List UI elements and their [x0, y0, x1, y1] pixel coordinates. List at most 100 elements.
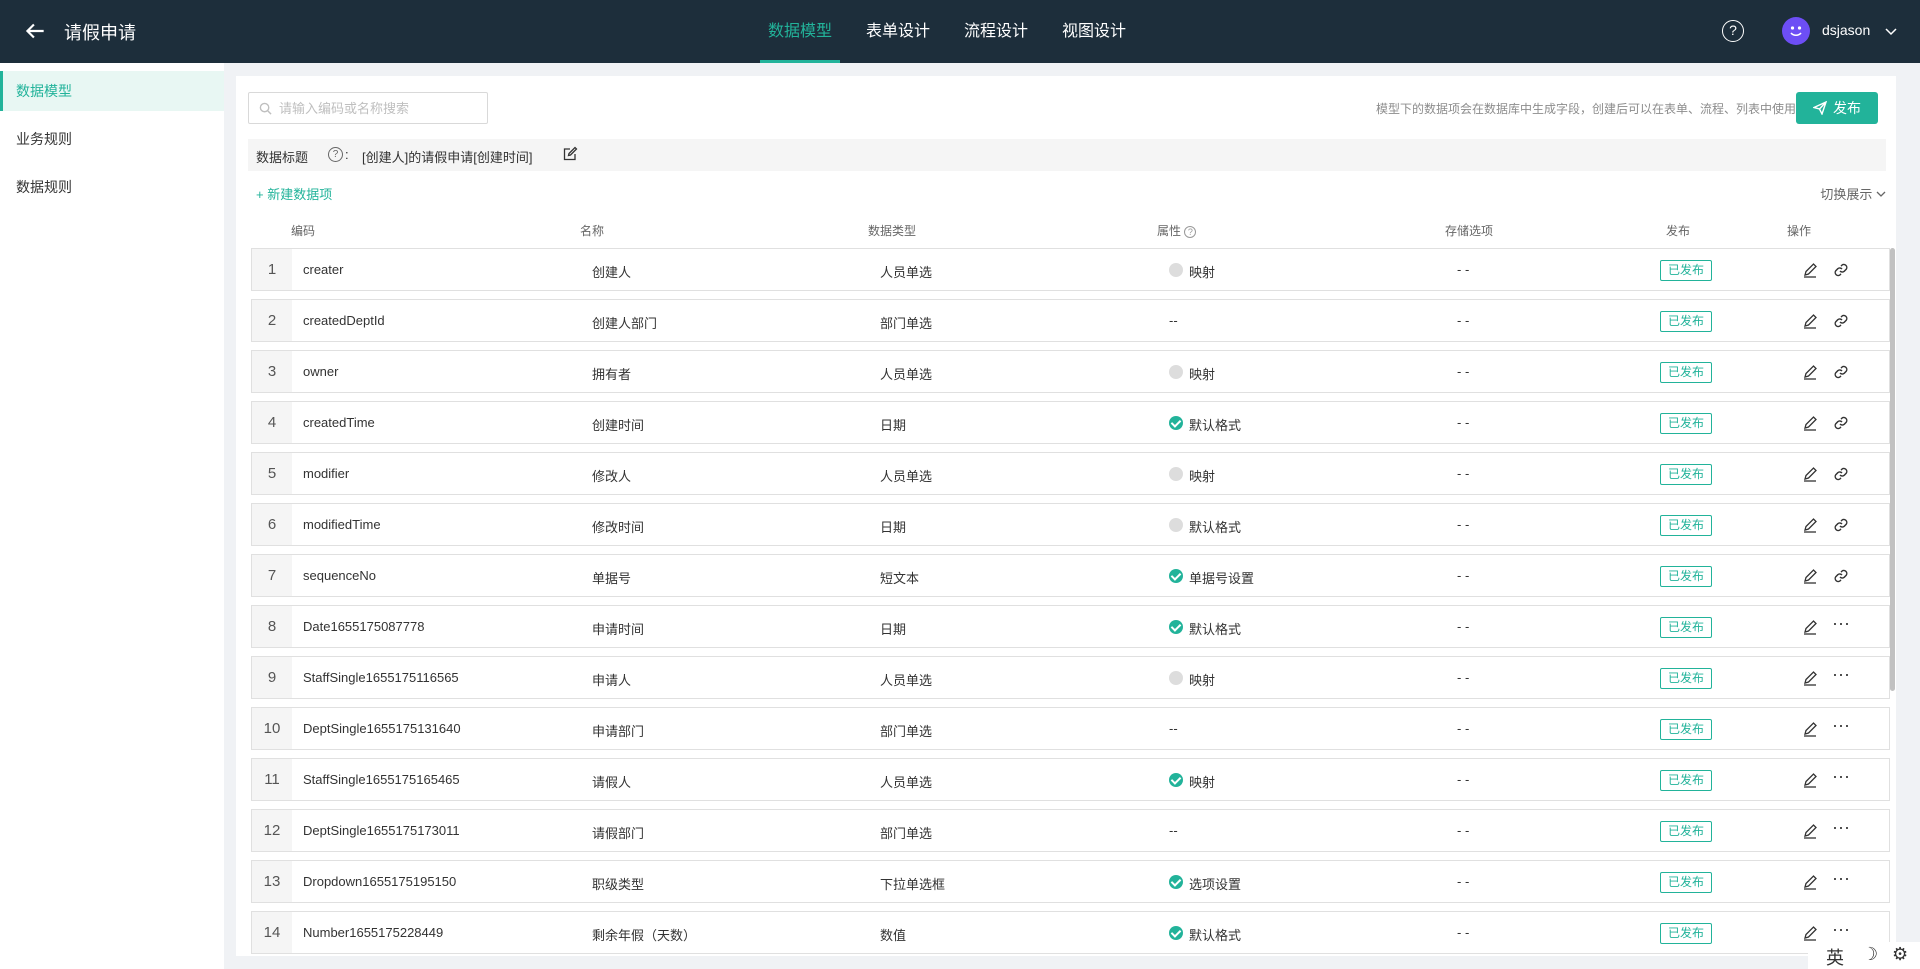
moon-icon[interactable]: ☽ — [1862, 944, 1878, 965]
edit-icon[interactable] — [1802, 517, 1818, 533]
app-title: 请假申请 — [64, 23, 136, 43]
status-badge: 已发布 — [1660, 515, 1712, 536]
more-icon[interactable]: ··· — [1832, 664, 1850, 685]
table-row[interactable]: 2 createdDeptId 创建人部门 部门单选 -- - - 已发布 — [251, 299, 1890, 342]
field-code: Date1655175087778 — [303, 619, 425, 634]
back-arrow-icon[interactable] — [22, 18, 48, 44]
field-type: 日期 — [880, 418, 907, 433]
tab-view-design[interactable]: 视图设计 — [1054, 0, 1134, 63]
chevron-down-icon[interactable] — [1884, 24, 1898, 38]
edit-icon[interactable] — [1802, 670, 1818, 686]
link-icon[interactable] — [1833, 262, 1849, 278]
sidebar-item-data-rules[interactable]: 数据规则 — [0, 167, 224, 207]
attr-value[interactable]: 单据号设置 — [1189, 568, 1254, 587]
edit-icon[interactable] — [1802, 772, 1818, 788]
check-circle-icon — [1169, 416, 1183, 430]
table-row[interactable]: 14 Number1655175228449 剩余年假（天数） 数值 默认格式 - - 已发… — [251, 911, 1890, 954]
gear-icon[interactable]: ⚙ — [1892, 944, 1908, 965]
link-icon[interactable] — [1833, 313, 1849, 329]
edit-icon[interactable] — [1802, 364, 1818, 380]
link-icon[interactable] — [1833, 517, 1849, 533]
table-row[interactable]: 13 Dropdown1655175195150 职级类型 下拉单选框 选项设置 - - 已… — [251, 860, 1890, 903]
edit-icon[interactable] — [1802, 466, 1818, 482]
switch-view-dropdown[interactable]: 切换展示 — [1820, 184, 1886, 203]
row-number: 5 — [252, 453, 292, 494]
edit-icon[interactable] — [1802, 925, 1818, 941]
field-name: 请假部门 — [592, 826, 645, 841]
question-icon[interactable]: ? — [328, 147, 343, 162]
link-icon[interactable] — [1833, 364, 1849, 380]
more-icon[interactable]: ··· — [1832, 613, 1850, 634]
tab-form-design[interactable]: 表单设计 — [858, 0, 938, 63]
field-name: 申请部门 — [592, 724, 645, 739]
edit-icon[interactable] — [1802, 823, 1818, 839]
table-row[interactable]: 11 StaffSingle1655175165465 请假人 人员单选 映射 - - 已发… — [251, 758, 1890, 801]
attr-value[interactable]: 默认格式 — [1189, 415, 1241, 434]
tab-flow-design[interactable]: 流程设计 — [956, 0, 1036, 63]
more-icon[interactable]: ··· — [1832, 715, 1850, 736]
table-row[interactable]: 12 DeptSingle1655175173011 请假部门 部门单选 -- - - 已发… — [251, 809, 1890, 852]
table-row[interactable]: 4 createdTime 创建时间 日期 默认格式 - - 已发布 — [251, 401, 1890, 444]
new-data-item-button[interactable]: + 新建数据项 — [256, 184, 332, 203]
publish-button-label: 发布 — [1833, 100, 1861, 116]
table-row[interactable]: 8 Date1655175087778 申请时间 日期 默认格式 - - 已发布 ··· — [251, 605, 1890, 648]
field-name: 申请人 — [592, 673, 632, 688]
attr-value[interactable]: 映射 — [1189, 262, 1215, 281]
field-name: 创建人 — [592, 265, 632, 280]
link-icon[interactable] — [1833, 466, 1849, 482]
more-icon[interactable]: ··· — [1832, 766, 1850, 787]
publish-button[interactable]: 发布 — [1796, 92, 1878, 124]
attr-value[interactable]: 选项设置 — [1189, 874, 1241, 893]
table-row[interactable]: 6 modifiedTime 修改时间 日期 默认格式 - - 已发布 — [251, 503, 1890, 546]
edit-icon[interactable] — [1802, 313, 1818, 329]
table-row[interactable]: 5 modifier 修改人 人员单选 映射 - - 已发布 — [251, 452, 1890, 495]
storage-option: - - — [1457, 415, 1470, 430]
link-icon[interactable] — [1833, 415, 1849, 431]
field-name: 剩余年假（天数） — [592, 928, 697, 943]
table-row[interactable]: 1 creater 创建人 人员单选 映射 - - 已发布 — [251, 248, 1890, 291]
edit-icon[interactable] — [1802, 721, 1818, 737]
help-icon[interactable]: ? — [1722, 20, 1744, 42]
col-name: 名称 — [580, 224, 605, 238]
status-badge: 已发布 — [1660, 821, 1712, 842]
row-number: 9 — [252, 657, 292, 698]
table-row[interactable]: 10 DeptSingle1655175131640 申请部门 部门单选 -- - - 已发… — [251, 707, 1890, 750]
sidebar-item-business-rules[interactable]: 业务规则 — [0, 119, 224, 159]
ime-lang-toggle[interactable]: 英 — [1826, 944, 1844, 969]
attr-value[interactable]: 映射 — [1189, 772, 1215, 791]
edit-icon[interactable] — [1802, 262, 1818, 278]
table-row[interactable]: 7 sequenceNo 单据号 短文本 单据号设置 - - 已发布 — [251, 554, 1890, 597]
edit-icon[interactable] — [1802, 619, 1818, 635]
attr-value[interactable]: 默认格式 — [1189, 517, 1241, 536]
field-code: creater — [303, 262, 344, 277]
field-name: 申请时间 — [592, 622, 645, 637]
question-icon[interactable]: ? — [1184, 226, 1197, 238]
attr-value[interactable]: 映射 — [1189, 364, 1215, 383]
avatar[interactable] — [1782, 17, 1810, 45]
check-circle-icon — [1169, 620, 1183, 634]
sidebar-item-data-model[interactable]: 数据模型 — [0, 71, 224, 111]
edit-icon[interactable] — [1802, 415, 1818, 431]
link-icon[interactable] — [1833, 568, 1849, 584]
field-type: 下拉单选框 — [880, 877, 946, 892]
field-type: 数值 — [880, 928, 907, 943]
attr-value[interactable]: 映射 — [1189, 670, 1215, 689]
attr-value[interactable]: 默认格式 — [1189, 925, 1241, 944]
attr-value[interactable]: 默认格式 — [1189, 619, 1241, 638]
edit-icon[interactable] — [562, 146, 578, 162]
row-number: 10 — [252, 708, 292, 749]
attr-value[interactable]: 映射 — [1189, 466, 1215, 485]
scrollbar[interactable] — [1890, 248, 1895, 691]
col-type: 数据类型 — [868, 224, 917, 238]
status-badge: 已发布 — [1660, 413, 1712, 434]
more-icon[interactable]: ··· — [1832, 817, 1850, 838]
edit-icon[interactable] — [1802, 568, 1818, 584]
search-input[interactable] — [279, 93, 479, 123]
more-icon[interactable]: ··· — [1832, 868, 1850, 889]
more-icon[interactable]: ··· — [1832, 919, 1850, 940]
edit-icon[interactable] — [1802, 874, 1818, 890]
table-row[interactable]: 9 StaffSingle1655175116565 申请人 人员单选 映射 - - 已发布… — [251, 656, 1890, 699]
user-name[interactable]: dsjason — [1822, 22, 1870, 38]
tab-data-model[interactable]: 数据模型 — [760, 0, 841, 63]
table-row[interactable]: 3 owner 拥有者 人员单选 映射 - - 已发布 — [251, 350, 1890, 393]
